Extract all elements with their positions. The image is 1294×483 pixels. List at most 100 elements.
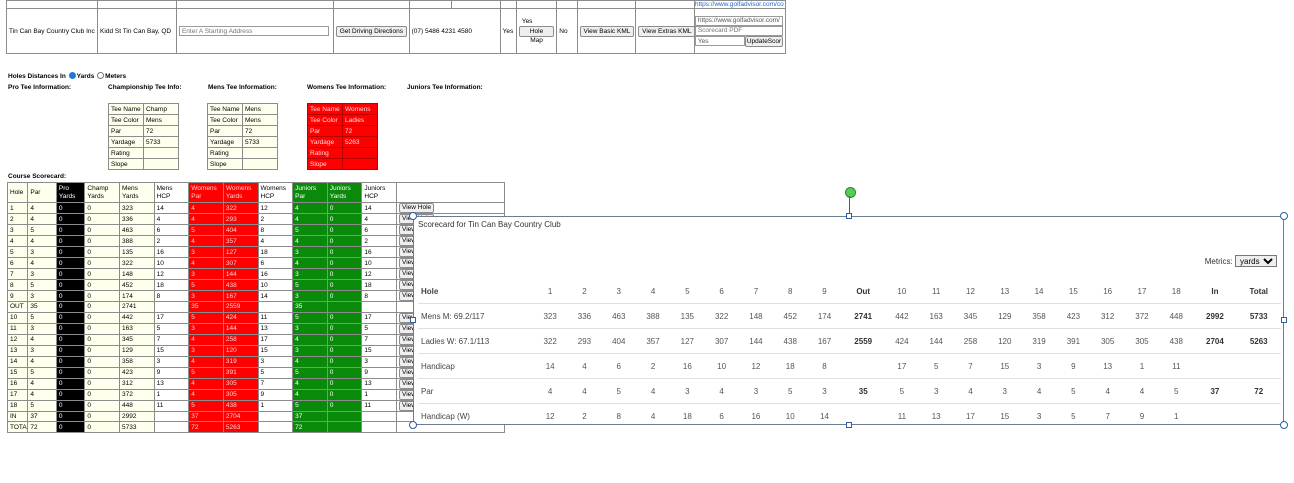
tee-row: Yardage 5733 [108, 136, 179, 148]
get-driving-directions-button[interactable]: Get Driving Directions [335, 25, 407, 37]
resize-handle-top-right[interactable] [1280, 212, 1288, 220]
course-cell: 4 [27, 355, 57, 368]
course-cell [257, 410, 294, 423]
course-cell: 2 [361, 235, 398, 247]
update-scorecard-button[interactable]: UpdateScor [744, 35, 783, 47]
course-cell: TOTAL [6, 421, 29, 434]
popup-cell: 4 [567, 378, 602, 404]
tee-field-label: Tee Name [108, 103, 144, 115]
course-cell: 37 [292, 410, 328, 423]
popup-cell: 35 [841, 378, 885, 404]
popup-cell: 1 [1124, 353, 1160, 379]
resize-handle-bottom-left[interactable] [409, 421, 417, 429]
hole-map-button[interactable]: Hole Map [518, 26, 555, 44]
course-cell: 3 [27, 344, 57, 357]
course-cell: 3 [188, 344, 224, 357]
course-cell: 4 [292, 235, 328, 247]
starting-address-input[interactable] [178, 26, 329, 36]
popup-cell: 2559 [841, 328, 885, 354]
course-cell: 16 [6, 377, 29, 390]
course-cell: 15 [257, 344, 294, 357]
course-cell: 0 [84, 301, 121, 313]
course-cell: 0 [326, 355, 363, 368]
tee-field-label: Tee Color [207, 114, 243, 126]
golfadvisor-url-input[interactable] [695, 15, 783, 26]
meters-radio[interactable] [97, 72, 105, 79]
course-cell: 4 [292, 355, 328, 368]
metrics-label: Metrics: [1204, 257, 1233, 266]
popup-cell: 336 [567, 303, 602, 329]
tee-row: Rating [108, 147, 179, 159]
course-cell: 4 [292, 213, 328, 225]
course-cell: 3 [188, 290, 224, 302]
course-cell: 3 [292, 344, 328, 357]
popup-cell: 11 [884, 403, 920, 428]
yes-input[interactable] [695, 36, 745, 46]
course-cell: 438 [222, 279, 259, 291]
popup-cell: 15 [987, 403, 1022, 428]
popup-cell: 3 [919, 378, 954, 404]
course-cell: 0 [84, 279, 121, 291]
course-cell: 0 [84, 377, 121, 390]
tee-row: Tee Color Mens [108, 114, 179, 126]
course-cell: 4 [27, 202, 57, 214]
popup-cell: 4 [1090, 378, 1125, 404]
club-code: 4580 [457, 27, 472, 35]
popup-cell: 452 [773, 303, 808, 329]
tee-row: Tee Name Champ [108, 103, 179, 115]
course-cell: 35 [27, 301, 57, 313]
view-hole-button[interactable]: View Hole [399, 203, 435, 213]
resize-handle-bottom[interactable] [846, 422, 852, 428]
course-cell: 0 [84, 410, 121, 423]
tee-field-value: 72 [342, 125, 378, 137]
scorecard-pdf-input[interactable] [695, 25, 783, 36]
popup-cell: 10 [773, 403, 808, 428]
tee-field-label: Yardage [207, 136, 243, 148]
course-cell: 424 [222, 311, 259, 324]
yards-radio[interactable] [68, 72, 76, 79]
popup-cell: 3 [807, 378, 842, 404]
popup-cell: 423 [1056, 303, 1091, 329]
tee-field-label: Rating [307, 147, 343, 159]
tee-field-label: Par [108, 125, 144, 137]
course-cell: 307 [222, 257, 259, 269]
course-cell: 452 [119, 279, 155, 291]
course-cell: 0 [84, 399, 121, 412]
popup-cell: 135 [670, 303, 705, 329]
metrics-select[interactable]: yards [1235, 255, 1277, 267]
course-cell: 423 [119, 366, 155, 379]
course-cell: 438 [222, 399, 259, 412]
course-cell: 0 [84, 333, 121, 346]
golfadvisor-link[interactable]: https://www.golfadvisor.com/co [695, 2, 783, 8]
course-cell: 14 [361, 202, 398, 214]
course-cell: 0 [326, 322, 363, 335]
course-cell: 3 [292, 246, 328, 258]
course-cell: 391 [222, 366, 259, 379]
resize-handle-top-left[interactable] [409, 212, 417, 220]
course-cell: 4 [153, 213, 190, 225]
course-col-header: Mens HCP [153, 182, 190, 203]
resize-handle-left[interactable] [410, 317, 416, 323]
course-cell: 4 [292, 377, 328, 390]
course-cell: 258 [222, 333, 259, 346]
resize-handle-top[interactable] [846, 213, 852, 219]
resize-handle-bottom-right[interactable] [1280, 421, 1288, 429]
popup-cell: 2 [567, 403, 602, 428]
popup-cell: 388 [635, 303, 671, 329]
scorecard-popup[interactable]: Scorecard for Tin Can Bay Country Club M… [413, 216, 1284, 428]
popup-cell: 10 [704, 353, 739, 379]
tee-row: Yardage 5733 [207, 136, 278, 148]
view-extras-kml-button[interactable]: View Extras KML [638, 25, 694, 37]
course-cell: 129 [119, 344, 155, 357]
course-cell: 4 [27, 388, 57, 401]
rotate-handle[interactable] [845, 187, 856, 198]
course-cell: 0 [55, 333, 86, 346]
course-cell: 0 [55, 246, 86, 258]
course-cell: 3 [292, 268, 328, 280]
popup-cell: 322 [533, 328, 568, 354]
view-basic-kml-button[interactable]: View Basic KML [579, 25, 635, 37]
resize-handle-right[interactable] [1281, 317, 1287, 323]
tee-row: Slope [207, 158, 278, 170]
popup-cell: 17 [884, 353, 920, 379]
popup-cell: 8 [601, 403, 636, 428]
